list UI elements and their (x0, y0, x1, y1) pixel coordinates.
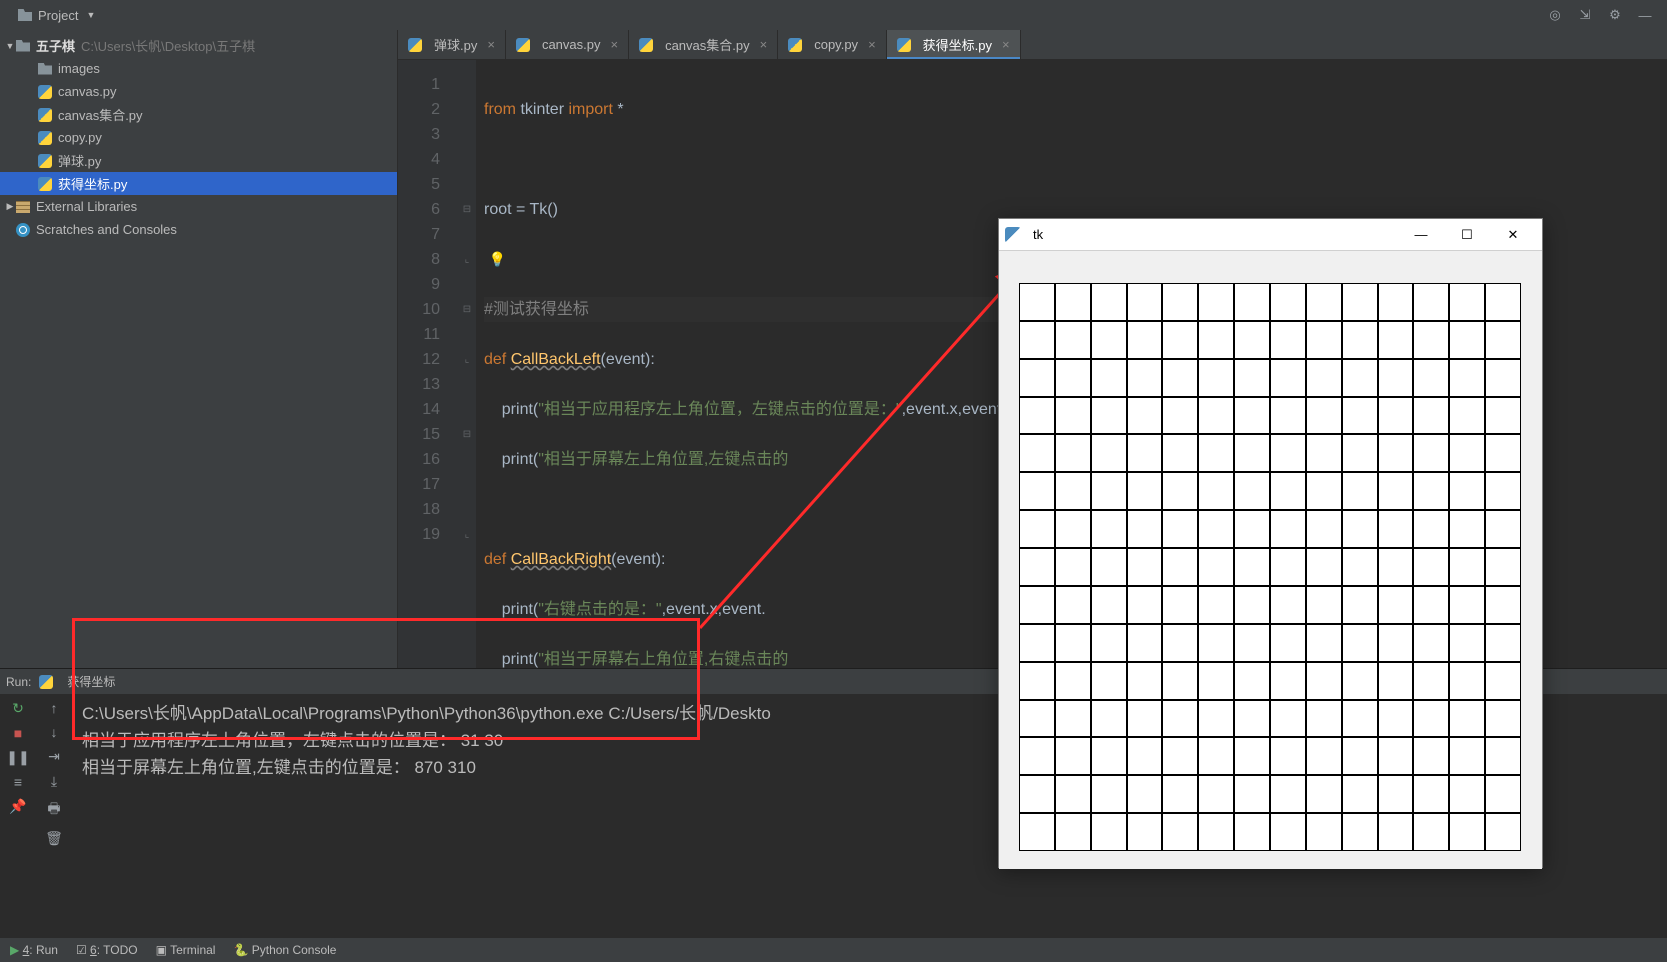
python-file-icon (38, 108, 52, 122)
project-label: Project (38, 8, 78, 23)
python-file-icon (516, 38, 530, 52)
close-icon[interactable]: × (487, 37, 495, 52)
trash-icon[interactable]: 🗑 (45, 830, 63, 847)
tree-file[interactable]: canvas集合.py (0, 103, 397, 126)
folder-icon (38, 63, 52, 75)
tk-window[interactable]: tk — ☐ ✕ (998, 218, 1543, 868)
tree-scratches[interactable]: Scratches and Consoles (0, 218, 397, 241)
editor-tab-bar: 弹球.py× canvas.py× canvas集合.py× copy.py× … (398, 30, 1667, 60)
editor-tab[interactable]: canvas集合.py× (629, 30, 778, 59)
editor-tab[interactable]: 弹球.py× (398, 30, 506, 59)
close-icon[interactable]: × (760, 37, 768, 52)
python-file-icon (38, 177, 52, 191)
tree-external-libs[interactable]: ▶External Libraries (0, 195, 397, 218)
run-label: Run: (6, 675, 31, 689)
tk-app-icon (1005, 227, 1021, 243)
pin-icon[interactable]: 📌 (9, 798, 26, 815)
scroll-icon[interactable]: ⤓ (51, 773, 57, 790)
scratches-icon (16, 223, 30, 237)
print-icon[interactable]: 🖶 (47, 798, 60, 822)
python-file-icon (639, 38, 653, 52)
up-icon[interactable]: ↑ (51, 700, 58, 716)
collapse-icon[interactable]: — (1637, 7, 1653, 23)
target-icon[interactable]: ◎ (1547, 7, 1563, 23)
editor-tab[interactable]: canvas.py× (506, 30, 629, 59)
expand-icon[interactable]: ⇲ (1577, 7, 1593, 23)
close-icon[interactable]: × (868, 37, 876, 52)
run-config-name[interactable]: 获得坐标 (67, 673, 115, 690)
python-file-icon (38, 131, 52, 145)
down-icon[interactable]: ↓ (51, 724, 58, 740)
folder-icon (16, 40, 30, 52)
python-console-tool-button[interactable]: 🐍 Python Console (233, 943, 336, 957)
python-file-icon (408, 38, 422, 52)
tk-title: tk (1033, 227, 1043, 242)
tk-titlebar[interactable]: tk — ☐ ✕ (999, 219, 1542, 251)
gear-icon[interactable]: ⚙ (1607, 7, 1623, 23)
stop-icon[interactable]: ■ (14, 725, 22, 741)
rerun-icon[interactable]: ↻ (12, 700, 24, 717)
intention-bulb-icon[interactable]: 💡 (488, 251, 505, 267)
layout-icon[interactable]: ≡ (14, 774, 22, 790)
python-file-icon (788, 38, 802, 52)
folder-icon (18, 9, 32, 21)
editor-tab[interactable]: copy.py× (778, 30, 886, 59)
library-icon (16, 201, 30, 213)
tree-file[interactable]: 弹球.py (0, 149, 397, 172)
terminal-tool-button[interactable]: ▣ Terminal (156, 943, 216, 957)
todo-tool-button[interactable]: ☑ 6: TODO (76, 943, 138, 957)
chevron-down-icon: ▼ (86, 10, 95, 20)
tree-file[interactable]: canvas.py (0, 80, 397, 103)
tree-file-active[interactable]: 获得坐标.py (0, 172, 397, 195)
wrap-icon[interactable]: ⇥ (48, 748, 60, 765)
tree-root[interactable]: ▼ 五子棋 C:\Users\长帆\Desktop\五子棋 (0, 34, 397, 57)
run-tool-button[interactable]: ▶ 4: 4: RunRun (10, 943, 58, 957)
minimize-button[interactable]: — (1398, 220, 1444, 250)
close-icon[interactable]: × (610, 37, 618, 52)
tk-canvas[interactable] (999, 251, 1542, 869)
project-dropdown[interactable]: Project ▼ (0, 0, 105, 30)
python-file-icon (897, 38, 911, 52)
editor-tab-active[interactable]: 获得坐标.py× (887, 30, 1021, 59)
status-bar: ▶ 4: 4: RunRun ☑ 6: TODO ▣ Terminal 🐍 Py… (0, 938, 1667, 962)
pause-icon[interactable]: ❚❚ (6, 749, 29, 766)
close-button[interactable]: ✕ (1490, 220, 1536, 250)
python-file-icon (38, 154, 52, 168)
tree-folder-images[interactable]: images (0, 57, 397, 80)
python-file-icon (38, 85, 52, 99)
tree-file[interactable]: copy.py (0, 126, 397, 149)
python-file-icon (39, 675, 53, 689)
maximize-button[interactable]: ☐ (1444, 220, 1490, 250)
close-icon[interactable]: × (1002, 37, 1010, 52)
